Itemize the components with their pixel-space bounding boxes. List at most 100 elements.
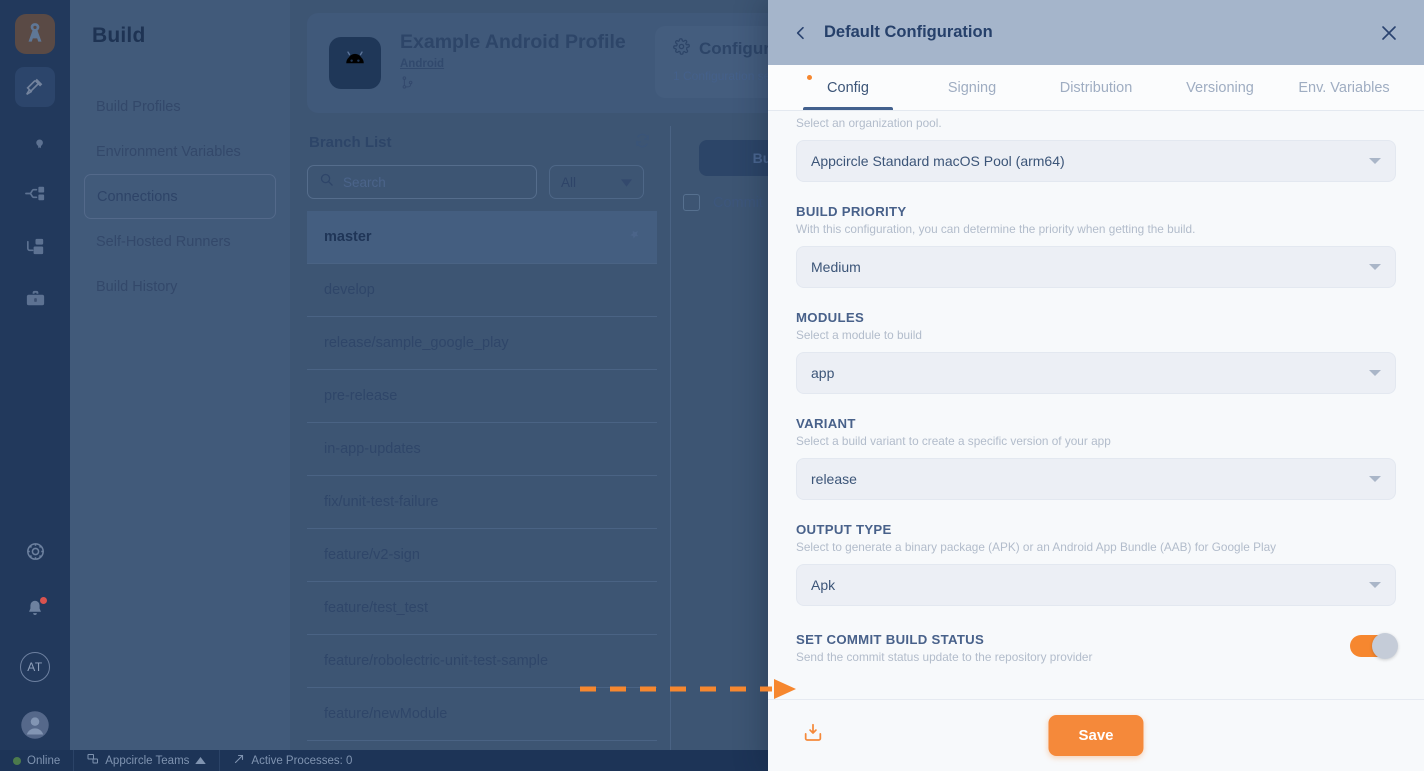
toggle-label: SET COMMIT BUILD STATUS bbox=[796, 632, 985, 647]
page-title: Example Android Profile bbox=[400, 31, 626, 53]
sidebar-item-connections[interactable]: Connections bbox=[84, 174, 276, 219]
tab-label: Config bbox=[827, 79, 869, 96]
configuration-slideover-panel: Default Configuration Config Signing Dis… bbox=[768, 0, 1424, 771]
variant-select[interactable]: release bbox=[796, 458, 1396, 500]
settings-gear-icon[interactable] bbox=[15, 531, 55, 571]
annotation-arrow bbox=[580, 678, 800, 700]
branch-list-item[interactable]: develop bbox=[307, 264, 657, 317]
field-description: With this configuration, you can determi… bbox=[796, 222, 1196, 236]
status-processes[interactable]: Active Processes: 0 bbox=[220, 750, 365, 771]
org-avatar-label: AT bbox=[20, 652, 50, 682]
branch-name: feature/newModule bbox=[324, 706, 448, 722]
sidebar-item-build-profiles[interactable]: Build Profiles bbox=[84, 84, 276, 129]
sidebar-item-environment-variables[interactable]: Environment Variables bbox=[84, 129, 276, 174]
branch-name: pre-release bbox=[324, 388, 398, 404]
sidebar-item-build-history[interactable]: Build History bbox=[84, 264, 276, 309]
rail-item-build[interactable] bbox=[15, 67, 55, 107]
notification-bell-icon[interactable] bbox=[15, 589, 55, 629]
field-description: Select a build variant to create a speci… bbox=[796, 434, 1111, 448]
user-avatar-icon[interactable] bbox=[15, 705, 55, 745]
branch-list-item[interactable]: feature/v2-sign bbox=[307, 529, 657, 582]
pool-select-value: Appcircle Standard macOS Pool (arm64) bbox=[811, 153, 1065, 169]
teams-icon bbox=[87, 753, 99, 768]
branch-list-item[interactable]: release/sample_google_play bbox=[307, 317, 657, 370]
output-type-value: Apk bbox=[811, 577, 836, 593]
commit-checkbox[interactable] bbox=[683, 194, 700, 211]
set-commit-build-status-toggle[interactable] bbox=[1350, 633, 1398, 659]
tab-label: Signing bbox=[947, 79, 997, 96]
rail-item-publish[interactable] bbox=[15, 226, 55, 266]
tab-label: Env. Variables bbox=[1298, 79, 1390, 96]
close-icon[interactable] bbox=[1376, 20, 1402, 46]
online-label: Online bbox=[27, 754, 61, 767]
branch-list-item[interactable]: pre-release bbox=[307, 370, 657, 423]
rail-item-signing[interactable] bbox=[15, 120, 55, 160]
branch-list-title: Branch List bbox=[309, 134, 392, 151]
branch-name: release/sample_google_play bbox=[324, 335, 509, 351]
build-priority-value: Medium bbox=[811, 259, 861, 275]
gear-icon bbox=[673, 38, 690, 60]
refresh-icon[interactable] bbox=[634, 132, 651, 154]
output-type-select[interactable]: Apk bbox=[796, 564, 1396, 606]
pool-select[interactable]: Appcircle Standard macOS Pool (arm64) bbox=[796, 140, 1396, 182]
nav-item-label: Self-Hosted Runners bbox=[96, 233, 231, 250]
search-placeholder: Search bbox=[343, 174, 386, 190]
tab-config[interactable]: Config bbox=[786, 65, 910, 110]
field-label: OUTPUT TYPE bbox=[796, 522, 892, 537]
tab-env-variables[interactable]: Env. Variables bbox=[1282, 65, 1406, 110]
sidebar-item-self-hosted-runners[interactable]: Self-Hosted Runners bbox=[84, 219, 276, 264]
chevron-down-icon bbox=[1369, 476, 1381, 482]
pin-icon[interactable] bbox=[626, 228, 641, 247]
rail-item-testing[interactable] bbox=[15, 279, 55, 319]
toggle-description: Send the commit status update to the rep… bbox=[796, 650, 1093, 664]
branch-list-item[interactable]: feature/test_test bbox=[307, 582, 657, 635]
chevron-down-icon bbox=[1369, 370, 1381, 376]
field-modules: MODULES Select a module to build app bbox=[796, 310, 1396, 394]
branch-filter-select[interactable]: All bbox=[549, 165, 644, 199]
branch-filter-value: All bbox=[561, 174, 577, 190]
tab-unsaved-dot-icon bbox=[807, 75, 812, 80]
build-priority-select[interactable]: Medium bbox=[796, 246, 1396, 288]
org-avatar-icon[interactable]: AT bbox=[15, 647, 55, 687]
variant-value: release bbox=[811, 471, 857, 487]
process-arrow-icon bbox=[233, 753, 245, 768]
status-team[interactable]: Appcircle Teams bbox=[74, 750, 219, 771]
tab-distribution[interactable]: Distribution bbox=[1034, 65, 1158, 110]
branch-list: master develop release/sample_google_pla… bbox=[307, 211, 657, 741]
search-input[interactable]: Search bbox=[307, 165, 537, 199]
field-output-type: OUTPUT TYPE Select to generate a binary … bbox=[796, 522, 1396, 606]
panel-tabs: Config Signing Distribution Versioning E… bbox=[768, 65, 1424, 111]
panel-body: Select an organization pool. Appcircle S… bbox=[768, 111, 1424, 699]
team-label: Appcircle Teams bbox=[105, 754, 190, 767]
field-label: MODULES bbox=[796, 310, 865, 325]
branch-list-controls: Search All bbox=[307, 165, 657, 199]
rail-item-distribution[interactable] bbox=[15, 173, 55, 213]
app-root: AT Build Build Profiles Environment Vari… bbox=[0, 0, 1424, 771]
profile-meta: Example Android Profile Android bbox=[400, 31, 626, 95]
chevron-up-icon bbox=[195, 755, 207, 767]
field-variant: VARIANT Select a build variant to create… bbox=[796, 416, 1396, 500]
branch-name: in-app-updates bbox=[324, 441, 421, 457]
field-label: VARIANT bbox=[796, 416, 856, 431]
branch-list-header: Branch List bbox=[307, 126, 657, 159]
field-build-priority: BUILD PRIORITY With this configuration, … bbox=[796, 204, 1396, 288]
save-button[interactable]: Save bbox=[1048, 715, 1144, 756]
tab-signing[interactable]: Signing bbox=[910, 65, 1034, 110]
chevron-down-icon bbox=[621, 175, 632, 190]
field-set-commit-build-status: SET COMMIT BUILD STATUS Send the commit … bbox=[796, 632, 1398, 672]
chevron-down-icon bbox=[1369, 158, 1381, 164]
branch-list-item[interactable]: master bbox=[307, 211, 657, 264]
branch-list-item[interactable]: fix/unit-test-failure bbox=[307, 476, 657, 529]
branch-name: master bbox=[324, 229, 372, 245]
chevron-left-icon[interactable] bbox=[788, 20, 814, 46]
search-icon bbox=[319, 172, 334, 192]
branch-list-item[interactable]: in-app-updates bbox=[307, 423, 657, 476]
branch-name: feature/robolectric-unit-test-sample bbox=[324, 653, 549, 669]
appcircle-logo-icon[interactable] bbox=[15, 14, 55, 54]
tab-versioning[interactable]: Versioning bbox=[1158, 65, 1282, 110]
panel-footer: Save bbox=[768, 699, 1424, 771]
import-download-icon[interactable] bbox=[802, 722, 824, 749]
profile-platform-link[interactable]: Android bbox=[400, 58, 444, 70]
modules-select[interactable]: app bbox=[796, 352, 1396, 394]
chevron-down-icon bbox=[1369, 582, 1381, 588]
